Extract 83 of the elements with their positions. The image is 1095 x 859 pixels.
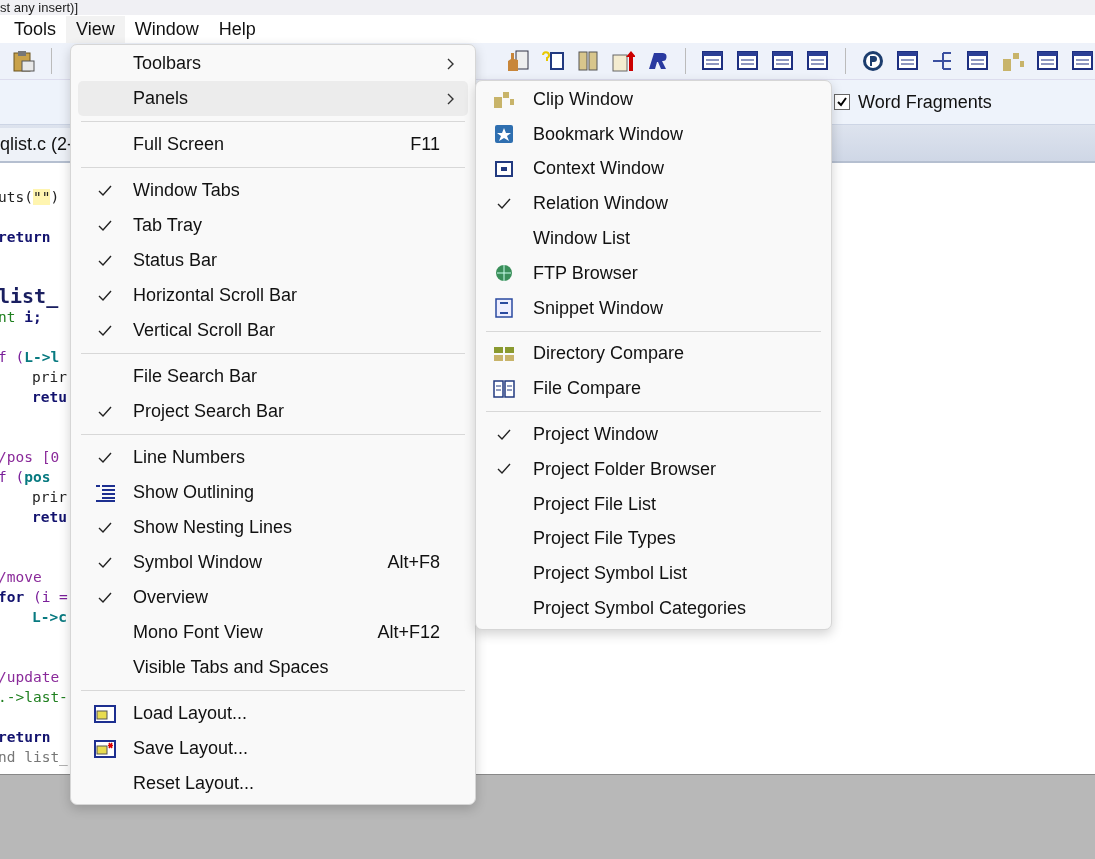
checkmark-icon — [98, 405, 112, 418]
checkmark-icon — [98, 324, 112, 337]
menu-item[interactable]: Snippet Window — [480, 290, 827, 326]
menu-item[interactable]: File Compare — [480, 371, 827, 407]
checkmark-icon — [98, 219, 112, 232]
chevron-right-icon — [447, 57, 455, 70]
menu-item[interactable]: Project Symbol List — [480, 556, 827, 592]
menu-item[interactable]: Vertical Scroll Bar — [78, 313, 468, 348]
window-title: st any insert)] — [0, 1, 79, 15]
menu-item[interactable]: Mono Font View Alt+F12 — [78, 615, 468, 650]
code-line: uts("") — [0, 189, 60, 205]
menu-item[interactable]: Relation Window — [480, 186, 827, 222]
clipboard-icon[interactable] — [12, 49, 36, 73]
question-list-icon[interactable] — [541, 49, 565, 73]
menu-item[interactable]: Context Window — [480, 151, 827, 187]
p-circle-icon[interactable] — [861, 49, 885, 73]
menu-item[interactable]: Project Search Bar — [78, 394, 468, 429]
menu-item[interactable]: Overview — [78, 580, 468, 615]
outline-list-icon — [94, 483, 116, 502]
checkmark-icon — [98, 289, 112, 302]
code-line: prir — [32, 489, 67, 505]
menu-item[interactable]: Load Layout... — [78, 696, 468, 731]
open-book-icon — [493, 378, 515, 399]
code-line: for (i = — [0, 589, 68, 605]
blocks-icon — [493, 89, 515, 110]
menu-item[interactable]: FTP Browser — [480, 256, 827, 291]
checkmark-icon — [497, 428, 511, 441]
checkmark-icon — [98, 451, 112, 464]
menu-item[interactable]: Window Tabs — [78, 173, 468, 208]
checkmark-icon — [98, 254, 112, 267]
globe-icon — [493, 263, 515, 284]
code-line: f (pos — [0, 469, 51, 485]
code-line: prir — [32, 369, 67, 385]
menu-item[interactable]: Horizontal Scroll Bar — [78, 278, 468, 313]
hand-document-icon[interactable] — [506, 49, 530, 73]
menu-bar-item[interactable]: Tools — [4, 15, 67, 43]
code-line: nt i; — [0, 309, 42, 325]
menu-item[interactable]: Full Screen F11 — [78, 127, 468, 162]
menu-bar-item[interactable]: Help — [208, 15, 266, 43]
code-line: nd list_ — [0, 749, 68, 765]
checkbox-label: Word Fragments — [858, 91, 992, 113]
menu-item[interactable]: Project File List — [480, 486, 827, 522]
menu-item[interactable]: Save Layout... — [78, 731, 468, 766]
menu-item[interactable]: Project Folder Browser — [480, 451, 827, 487]
lines-window-icon[interactable] — [736, 49, 760, 73]
code-line: f (L->l — [0, 349, 60, 365]
checkmark-icon — [98, 521, 112, 534]
code-line: return — [0, 229, 51, 245]
checkmark-icon — [497, 463, 511, 476]
menu-item[interactable]: Reset Layout... — [78, 766, 468, 801]
menu-item[interactable]: Tab Tray — [78, 208, 468, 243]
code-line: retu — [32, 389, 67, 405]
menu-bar-item[interactable]: View — [66, 15, 125, 43]
menu-item[interactable]: Visible Tabs and Spaces — [78, 650, 468, 685]
menu-item[interactable]: Line Numbers — [78, 440, 468, 475]
menu-item[interactable]: Show Outlining — [78, 475, 468, 510]
menu-item[interactable]: Project Symbol Categories — [480, 591, 827, 626]
code-line: return — [0, 729, 51, 745]
menu-item[interactable]: File Search Bar — [78, 359, 468, 394]
chevron-right-icon — [447, 92, 455, 105]
menu-item[interactable]: Panels — [78, 81, 468, 116]
checkmark-icon — [497, 197, 511, 210]
code-line: retu — [32, 509, 67, 525]
menu-item[interactable]: Status Bar — [78, 243, 468, 278]
menu-item[interactable]: Show Nesting Lines — [78, 510, 468, 545]
menu-item[interactable]: Project File Types — [480, 521, 827, 557]
function-arrow-icon[interactable] — [611, 49, 635, 73]
books-icon[interactable] — [576, 49, 600, 73]
checkmark-icon — [98, 591, 112, 604]
word-fragments-checkbox[interactable] — [834, 94, 850, 110]
checkmark-icon — [98, 184, 112, 197]
code-line: .->last- — [0, 689, 68, 705]
folder-window-icon — [94, 704, 116, 723]
code-line: L->c — [32, 609, 67, 625]
menu-item[interactable]: Directory Compare — [480, 336, 827, 372]
menu-item[interactable]: Bookmark Window — [480, 116, 827, 152]
menu-item[interactable]: Clip Window — [480, 82, 827, 117]
menu-bar-item[interactable]: Window — [124, 15, 209, 43]
menu-item[interactable]: Window List — [480, 221, 827, 256]
menu-item[interactable]: Project Window — [480, 417, 827, 452]
star-book-icon — [493, 124, 515, 145]
checkmark-icon — [98, 556, 112, 569]
menu-item[interactable]: Symbol Window Alt+F8 — [78, 545, 468, 580]
